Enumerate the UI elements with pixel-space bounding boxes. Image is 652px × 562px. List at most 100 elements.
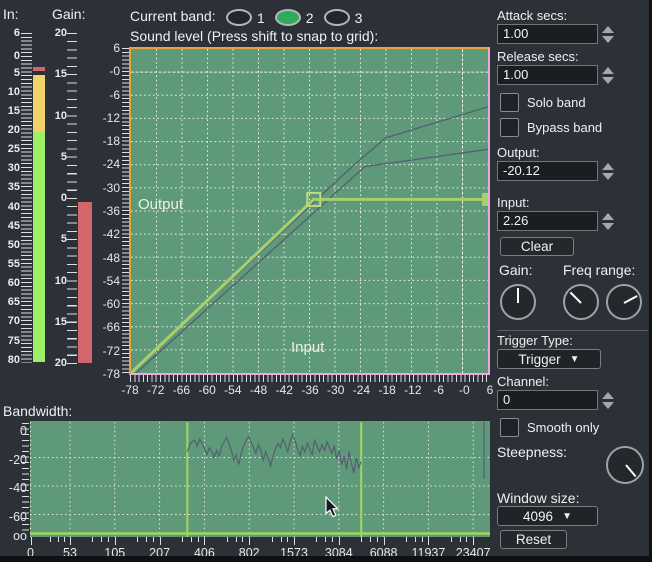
x-tick-label: -78: [121, 383, 138, 397]
spin-up-icon[interactable]: [602, 163, 614, 170]
spin-down-icon[interactable]: [602, 173, 614, 180]
freq-tick: [339, 537, 340, 545]
freq-tick: [70, 537, 71, 545]
in-scale-label: 70: [8, 315, 20, 327]
output-spinner[interactable]: [601, 163, 614, 180]
output-axis-label: Output: [138, 196, 183, 213]
freq-tick: [294, 537, 295, 545]
release-input[interactable]: 1.00: [497, 65, 598, 85]
spin-down-icon[interactable]: [602, 223, 614, 230]
input-axis-label: Input: [291, 339, 324, 356]
in-peak-mark: [33, 67, 45, 71]
y-tick-label: -60: [103, 298, 120, 310]
in-scale-label: 55: [8, 258, 20, 270]
in-scale-label: 5: [14, 67, 20, 79]
panel-separator: [497, 330, 648, 331]
output-label: Output:: [497, 145, 540, 160]
in-scale-label: 15: [8, 105, 20, 117]
band-radio-2[interactable]: [275, 9, 301, 26]
bandwidth-graph[interactable]: [30, 421, 490, 537]
freq-minor-tick: [316, 537, 317, 542]
steepness-knob[interactable]: [606, 446, 644, 484]
y-tick-label: -18: [103, 135, 120, 147]
in-scale-label: 50: [8, 239, 20, 251]
spin-up-icon[interactable]: [602, 213, 614, 220]
y-tick-label: -42: [103, 228, 120, 240]
channel-label: Channel:: [497, 374, 549, 389]
spin-down-icon[interactable]: [602, 77, 614, 84]
sound-level-graph[interactable]: Output Input: [129, 47, 490, 375]
trigger-type-dropdown[interactable]: Trigger ▼: [497, 349, 601, 369]
gain-scale-label: 20: [55, 357, 67, 369]
bandwidth-title: Bandwidth:: [3, 403, 72, 419]
window-size-dropdown[interactable]: 4096 ▼: [497, 506, 598, 526]
clear-button[interactable]: Clear: [500, 237, 574, 256]
in-scale-label: 40: [8, 201, 20, 213]
bandwidth-y-ticks: [22, 423, 29, 533]
input-label: Input:: [497, 195, 530, 210]
x-tick-label: 6: [487, 383, 494, 397]
freq-tick: [204, 537, 205, 545]
freq-minor-tick: [137, 537, 138, 542]
steepness-label: Steepness:: [497, 444, 567, 460]
reset-button[interactable]: Reset: [500, 530, 567, 549]
bandwidth-x-ticks: [30, 537, 490, 545]
freq-minor-tick: [325, 537, 326, 542]
freq-minor-tick: [227, 537, 228, 542]
band-radio-3[interactable]: [324, 9, 350, 26]
freq-range-high-knob[interactable]: [606, 284, 642, 320]
attack-label: Attack secs:: [497, 8, 567, 23]
spin-down-icon[interactable]: [602, 36, 614, 43]
window-size-value: 4096: [523, 509, 553, 524]
release-spinner[interactable]: [601, 67, 614, 84]
bypass-band-checkbox[interactable]: [500, 118, 519, 137]
band-radio-1[interactable]: [226, 9, 252, 26]
freq-minor-tick: [332, 537, 333, 542]
freq-minor-tick: [58, 537, 59, 542]
freq-range-low-knob[interactable]: [563, 284, 599, 320]
freq-tick: [428, 537, 429, 545]
input-spinner[interactable]: [601, 213, 614, 230]
current-band-label: Current band:: [130, 8, 216, 24]
freq-minor-tick: [108, 537, 109, 542]
in-scale-label: 80: [8, 354, 20, 366]
y-tick-label: -48: [103, 252, 120, 264]
spin-up-icon[interactable]: [602, 392, 614, 399]
gain-knob[interactable]: [500, 284, 536, 320]
in-meter-scale: 605101520253035404550556065707580: [2, 0, 20, 562]
x-tick-label: -0: [459, 383, 470, 397]
gain-reduction-meter: [78, 33, 92, 364]
gain-scale-label: 10: [55, 110, 67, 122]
freq-tick: [473, 537, 474, 545]
sound-level-y-ticks: [122, 48, 129, 374]
output-input[interactable]: -20.12: [497, 161, 598, 181]
knob-needle: [517, 288, 519, 303]
in-scale-label: 25: [8, 143, 20, 155]
freq-minor-tick: [466, 537, 467, 542]
spin-down-icon[interactable]: [602, 402, 614, 409]
solo-band-checkbox[interactable]: [500, 93, 519, 112]
freq-minor-tick: [460, 537, 461, 542]
attack-input[interactable]: 1.00: [497, 24, 598, 44]
input-input[interactable]: 2.26: [497, 211, 598, 231]
channel-spinner[interactable]: [601, 392, 614, 409]
channel-input[interactable]: 0: [497, 390, 598, 410]
smooth-only-checkbox[interactable]: [500, 418, 519, 437]
freq-minor-tick: [198, 537, 199, 542]
in-scale-label: 35: [8, 181, 20, 193]
freq-minor-tick: [361, 537, 362, 542]
in-scale-label: 20: [8, 124, 20, 136]
spin-up-icon[interactable]: [602, 67, 614, 74]
in-scale-label: 75: [8, 335, 20, 347]
spin-up-icon[interactable]: [602, 26, 614, 33]
x-tick-label: -42: [276, 383, 293, 397]
freq-minor-tick: [451, 537, 452, 542]
y-tick-label: -72: [103, 345, 120, 357]
in-scale-label: 10: [8, 86, 20, 98]
attack-spinner[interactable]: [601, 26, 614, 43]
freq-tick: [115, 537, 116, 545]
freq-minor-tick: [415, 537, 416, 542]
freq-minor-tick: [406, 537, 407, 542]
x-tick-label: -72: [147, 383, 164, 397]
freq-minor-tick: [191, 537, 192, 542]
